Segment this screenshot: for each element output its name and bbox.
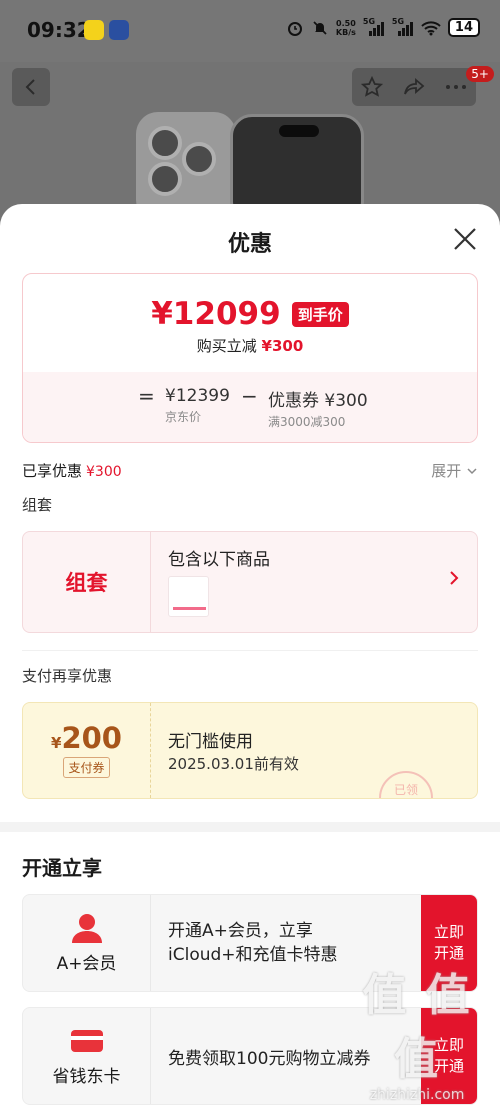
base-price: ¥12399 京东价	[165, 386, 230, 424]
watermark-url: zhizhizhi.com	[369, 1087, 465, 1103]
discount-sheet: 优惠 ¥12099 到手价 购买立减 ¥300 = ¥12399 京东价 − 优…	[0, 204, 500, 1111]
close-icon[interactable]	[452, 226, 478, 252]
claimed-stamp: 已领	[379, 771, 433, 798]
mute-icon	[313, 20, 327, 35]
chevron-down-icon	[467, 468, 477, 475]
notification-badge: 5+	[466, 66, 494, 82]
bundle-label: 组套	[23, 532, 151, 632]
card-icon	[70, 1026, 104, 1056]
net-speed: 0.50 KB/s	[335, 18, 356, 37]
status-bar: 09:32 0.50 KB/s 5G 5G 14	[0, 0, 500, 62]
signal-icon-2: 5G	[392, 17, 414, 37]
equals-sign: =	[138, 384, 155, 408]
savings-card-description: 免费领取100元购物立减券	[168, 1049, 371, 1069]
final-price-tag: 到手价	[291, 301, 349, 327]
alarm-icon	[287, 21, 302, 36]
coupon-title: 无门槛使用	[168, 732, 253, 752]
back-button[interactable]	[12, 68, 50, 106]
status-time: 09:32	[27, 18, 91, 42]
expand-toggle[interactable]: 展开	[431, 460, 478, 481]
open-section-title: 开通立享	[22, 856, 102, 880]
final-price-row: ¥12099 到手价	[23, 296, 477, 332]
sheet-title: 优惠	[227, 232, 272, 257]
coupon-amount-block: ¥200 支付券	[23, 703, 151, 798]
wifi-icon	[421, 20, 441, 35]
payment-coupon[interactable]: ¥200 支付券 无门槛使用 2025.03.01前有效 已领	[22, 702, 478, 799]
divider	[22, 650, 478, 651]
coupon-validity: 2025.03.01前有效	[168, 755, 299, 773]
header-actions	[352, 68, 476, 106]
star-icon[interactable]	[361, 76, 384, 98]
app-notification-icon	[84, 20, 104, 40]
chevron-left-icon	[25, 79, 35, 95]
discount-line: 购买立减 ¥300	[196, 337, 304, 355]
bundle-title: 包含以下商品	[168, 550, 270, 570]
more-icon[interactable]	[445, 84, 467, 90]
price-summary-card: ¥12099 到手价 购买立减 ¥300 = ¥12399 京东价 − 优惠券 …	[22, 273, 478, 443]
bundle-product-thumbnail[interactable]	[168, 576, 209, 617]
discount-amount: ¥300	[261, 337, 304, 355]
minus-sign: −	[241, 384, 258, 408]
final-price: ¥12099	[151, 296, 281, 332]
battery-indicator: 14	[447, 18, 480, 37]
app-notification-icon-2	[109, 20, 129, 40]
savings-card-label: 省钱东卡	[23, 1008, 151, 1104]
signal-icon-1: 5G	[363, 17, 385, 37]
watermark-logo: 值 值 值	[362, 970, 472, 1085]
coupon-amount: ¥200	[51, 721, 122, 755]
status-icons: 0.50 KB/s 5G 5G 14	[286, 17, 480, 37]
share-icon[interactable]	[402, 76, 426, 98]
bundle-section-label: 组套	[22, 496, 53, 514]
bundle-card[interactable]: 组套 包含以下商品	[22, 531, 478, 633]
user-icon	[70, 913, 104, 943]
chevron-right-icon	[450, 571, 459, 585]
payment-section-label: 支付再享优惠	[22, 667, 113, 685]
coupon-type-tag: 支付券	[63, 757, 110, 778]
price-breakdown: = ¥12399 京东价 − 优惠券 ¥300 满3000减300	[23, 372, 477, 442]
coupon-deduction: 优惠券 ¥300 满3000减300	[268, 391, 368, 429]
membership-label: A+会员	[23, 895, 151, 991]
section-gap	[0, 822, 500, 832]
enjoyed-discount: 已享优惠 ¥300	[22, 462, 122, 480]
watermark: 值 值 值 zhizhizhi.com	[342, 959, 492, 1103]
